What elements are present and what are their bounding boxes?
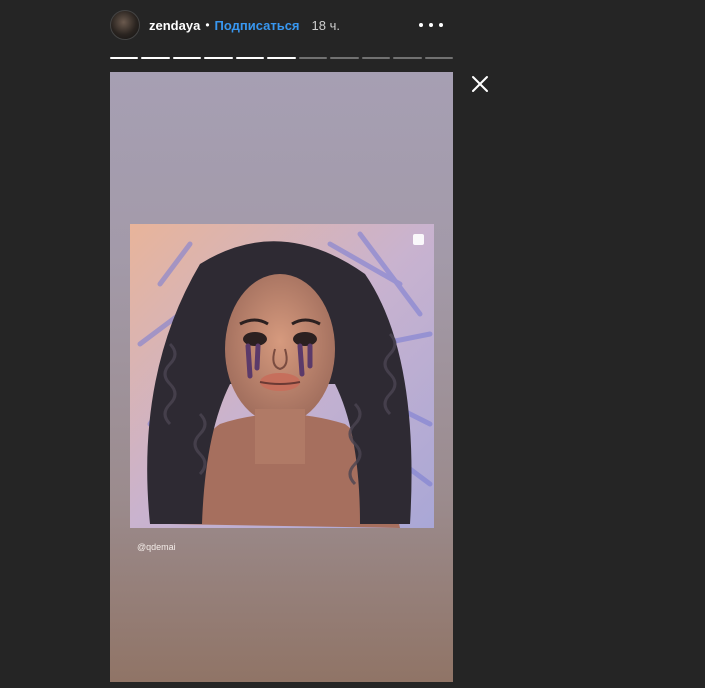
story-frame[interactable]: @qdemai (110, 72, 453, 682)
separator-dot: • (205, 18, 210, 32)
story-progress-segment (298, 57, 328, 59)
timestamp: 18 ч. (311, 17, 340, 33)
story-progress-segment (361, 57, 391, 59)
story-progress-segment (141, 57, 170, 59)
story-progress-segment (330, 57, 359, 59)
avatar[interactable] (110, 10, 140, 40)
close-icon[interactable] (470, 74, 490, 94)
story-progress-segment (204, 57, 233, 59)
story-header: zendaya • Подписаться 18 ч. (110, 8, 455, 42)
story-progress-bar (110, 57, 453, 60)
story-artwork-image (130, 224, 434, 528)
username[interactable]: zendaya (149, 18, 200, 33)
story-progress-segment (424, 57, 453, 59)
more-horizontal-icon[interactable] (419, 16, 443, 34)
artwork-corner-mark (413, 234, 424, 245)
story-progress-segment (172, 57, 202, 59)
story-mention-tag[interactable]: @qdemai (137, 542, 176, 552)
story-progress-segment (235, 57, 265, 59)
follow-button[interactable]: Подписаться (215, 18, 300, 33)
story-progress-segment (393, 57, 422, 59)
story-progress-segment (267, 57, 296, 59)
story-progress-segment (110, 57, 139, 59)
